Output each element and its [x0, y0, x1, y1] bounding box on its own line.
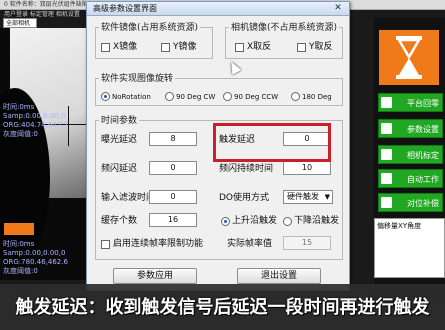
apply-parameters-button[interactable]: 参数应用: [113, 268, 197, 284]
falling-edge-label: 下降沿触发: [294, 216, 340, 226]
rotation-90cw-radio[interactable]: [165, 92, 174, 101]
video-subtitle: 触发延迟：收到触发信号后延迟一段时间再进行触发: [15, 297, 430, 318]
crosshair-vertical: [68, 106, 69, 146]
do-mode-select[interactable]: 硬件触发 ▼: [283, 190, 333, 204]
parameter-settings-button[interactable]: 参数设置: [378, 119, 443, 138]
exposure-delay-label: 曝光延迟: [101, 135, 138, 145]
x-invert-label: X取反: [247, 42, 272, 52]
chevron-down-icon: ▼: [324, 193, 330, 201]
software-mirror-title: 软件镜像(占用系统资源): [99, 20, 201, 33]
continuous-fps-checkbox[interactable]: [101, 240, 110, 249]
flash-delay-label: 频闪延迟: [101, 164, 138, 174]
platform-home-button[interactable]: 平台回零: [378, 93, 443, 112]
exit-settings-button[interactable]: 退出设置: [237, 268, 321, 284]
rotation-title: 软件实现图像旋转: [99, 71, 176, 84]
camera-info-top: 时间:0ms Samp:0.00,0.00,0 ORG:404.74,647.7…: [3, 103, 68, 138]
y-invert-label: Y取反: [309, 42, 333, 52]
x-mirror-checkbox[interactable]: [101, 43, 110, 52]
strobe-duration-input[interactable]: 10: [283, 161, 331, 175]
trigger-delay-highlight: [213, 123, 331, 162]
input-filter-input[interactable]: 0: [149, 190, 197, 204]
actual-fps-input[interactable]: 15: [283, 236, 331, 250]
input-filter-label: 输入滤波时间: [101, 193, 156, 203]
close-icon[interactable]: ✕: [331, 3, 345, 14]
rotation-90ccw-label: 90 Deg CCW: [234, 93, 279, 101]
y-mirror-checkbox[interactable]: [161, 43, 170, 52]
hourglass-logo: [379, 30, 439, 85]
alignment-compensation-button[interactable]: 对位补偿: [378, 193, 443, 212]
strobe-duration-label: 频闪持续时间: [219, 164, 274, 174]
timing-title: 时间参数: [99, 113, 140, 126]
dialog-titlebar: 高级参数设置界面 ✕: [87, 2, 349, 16]
rotation-none-radio[interactable]: [101, 92, 110, 101]
rotation-180-radio[interactable]: [291, 92, 300, 101]
exposure-delay-input[interactable]: 8: [149, 132, 197, 146]
buffer-count-input[interactable]: 16: [149, 213, 197, 227]
rotation-90ccw-radio[interactable]: [223, 92, 232, 101]
flash-delay-input[interactable]: 0: [149, 161, 197, 175]
camera-mirror-title: 相机镜像(不占用系统资源): [229, 20, 340, 33]
camera-info-bottom: 时间:0ms Samp:0.00,0.00,0 ORG:780.46,462.6…: [3, 240, 68, 275]
camera-view: 时间:0ms Samp:0.00,0.00,0 ORG:404.74,647.7…: [0, 28, 88, 280]
x-mirror-label: X镜像: [113, 42, 138, 52]
offset-xy-angle-box: 偏移量XY角度: [374, 218, 445, 278]
camera-select[interactable]: 全部相机: [3, 18, 37, 28]
rotation-none-label: NoRotation: [112, 93, 151, 101]
continuous-fps-label: 启用连续帧率限制功能: [113, 239, 204, 249]
rising-edge-radio[interactable]: [221, 217, 230, 226]
y-invert-checkbox[interactable]: [297, 43, 306, 52]
auto-work-button[interactable]: 自动工作: [378, 169, 443, 188]
dialog-title: 高级参数设置界面: [93, 4, 157, 13]
rotation-180-label: 180 Deg: [302, 93, 332, 101]
x-invert-checkbox[interactable]: [235, 43, 244, 52]
buffer-count-label: 缓存个数: [101, 216, 138, 226]
camera-calibration-button[interactable]: 相机标定: [378, 145, 443, 164]
rotation-90cw-label: 90 Deg CW: [176, 93, 216, 101]
rising-edge-label: 上升沿触发: [232, 216, 278, 226]
falling-edge-radio[interactable]: [283, 217, 292, 226]
y-mirror-label: Y镜像: [173, 42, 197, 52]
camera-label-tab-2: [4, 223, 34, 235]
actual-fps-label: 实际帧率值: [227, 239, 273, 249]
do-mode-label: DO使用方式: [219, 193, 270, 203]
